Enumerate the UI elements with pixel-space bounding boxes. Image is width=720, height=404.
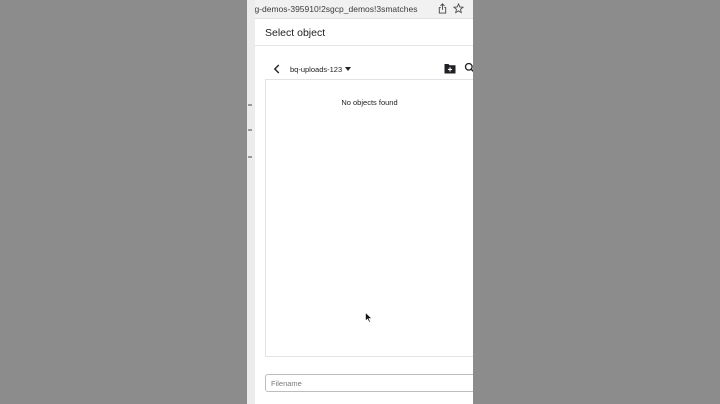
dialog-title: Select object xyxy=(265,27,326,39)
url-text: eng-demos-395910!2sgcp_demos!3smatches xyxy=(255,4,418,14)
mouse-cursor-icon xyxy=(365,312,373,323)
title-divider xyxy=(255,45,473,46)
back-arrow-icon[interactable] xyxy=(271,63,283,75)
share-icon[interactable] xyxy=(437,3,448,14)
browser-url-bar[interactable]: eng-demos-395910!2sgcp_demos!3smatches xyxy=(255,0,473,19)
background-text-fragment xyxy=(248,104,252,106)
new-folder-icon[interactable] xyxy=(444,63,456,74)
background-text-fragment xyxy=(248,156,252,158)
select-object-dialog: eng-demos-395910!2sgcp_demos!3smatches S… xyxy=(255,0,473,404)
bucket-selector[interactable]: bq-uploads-123 xyxy=(290,63,352,75)
bucket-name: bq-uploads-123 xyxy=(290,64,343,74)
search-icon[interactable] xyxy=(464,62,473,74)
caret-down-icon xyxy=(345,67,352,71)
filename-input[interactable] xyxy=(265,374,473,392)
background-page xyxy=(247,0,255,404)
background-text-fragment xyxy=(248,129,252,131)
empty-state-message: No objects found xyxy=(341,98,398,107)
star-icon[interactable] xyxy=(453,3,464,14)
